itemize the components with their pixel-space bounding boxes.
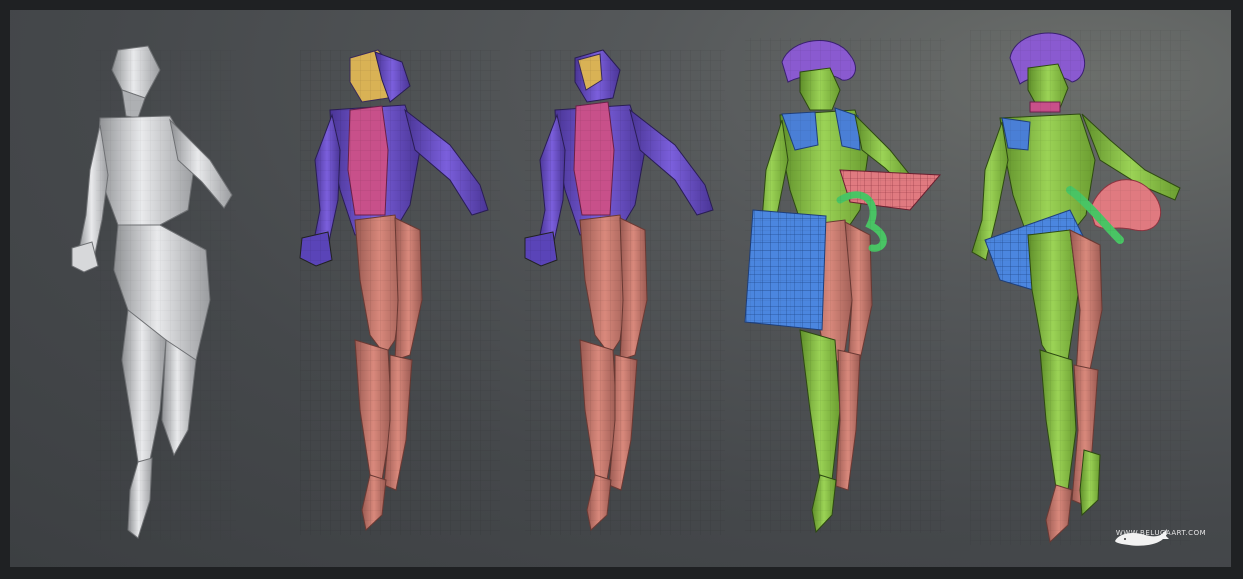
figure-stage-3-refined-zones bbox=[524, 49, 725, 535]
render-canvas: WWW.BELUGAART.COM bbox=[10, 10, 1231, 567]
figure-stage-5-final-mesh bbox=[970, 30, 1190, 545]
figure-stage-1-grey-blockout bbox=[71, 45, 236, 540]
watermark: WWW.BELUGAART.COM bbox=[1111, 527, 1211, 546]
figure-stage-4-clothing-and-hair bbox=[744, 38, 945, 534]
model-progression-illustration bbox=[71, 30, 1190, 545]
whale-icon bbox=[1115, 529, 1169, 546]
figure-stage-2-color-zones bbox=[299, 49, 500, 535]
image-frame: WWW.BELUGAART.COM bbox=[0, 0, 1243, 579]
